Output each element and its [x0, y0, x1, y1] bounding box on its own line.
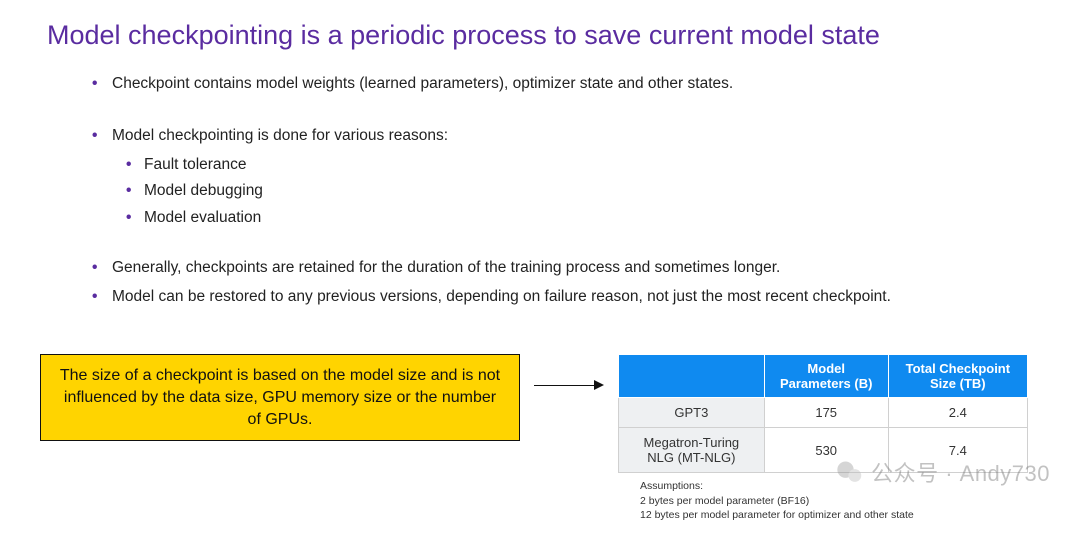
arrow-icon	[534, 380, 604, 390]
table-header-row: Model Parameters (B) Total Checkpoint Si…	[619, 355, 1028, 398]
sub-bullet-item: Model evaluation	[50, 207, 1030, 229]
spacer	[50, 101, 1030, 125]
bullet-item: Model can be restored to any previous ve…	[50, 286, 1030, 308]
bullet-list: Generally, checkpoints are retained for …	[50, 257, 1030, 308]
assumption-line: 12 bytes per model parameter for optimiz…	[640, 508, 1028, 522]
assumptions: Assumptions: 2 bytes per model parameter…	[618, 479, 1028, 522]
assumption-line: Assumptions:	[640, 479, 1028, 493]
lower-row: The size of a checkpoint is based on the…	[40, 354, 1060, 522]
table-block: Model Parameters (B) Total Checkpoint Si…	[618, 354, 1028, 522]
sub-bullet-item: Fault tolerance	[50, 154, 1030, 176]
spacer	[50, 233, 1030, 257]
table-row: GPT3 175 2.4	[619, 398, 1028, 428]
table-cell: 530	[764, 428, 888, 473]
table-cell: 7.4	[888, 428, 1027, 473]
bullet-item: Checkpoint contains model weights (learn…	[50, 73, 1030, 95]
assumption-line: 2 bytes per model parameter (BF16)	[640, 494, 1028, 508]
slide-title: Model checkpointing is a periodic proces…	[47, 20, 1030, 51]
bullet-list: Checkpoint contains model weights (learn…	[50, 73, 1030, 95]
sub-bullet-item: Model debugging	[50, 180, 1030, 202]
table-cell: 2.4	[888, 398, 1027, 428]
table-cell: Megatron-Turing NLG (MT-NLG)	[619, 428, 765, 473]
sub-bullet-list: Fault tolerance Model debugging Model ev…	[50, 154, 1030, 229]
callout-box: The size of a checkpoint is based on the…	[40, 354, 520, 441]
table-header-cell: Model Parameters (B)	[764, 355, 888, 398]
slide: Model checkpointing is a periodic proces…	[0, 0, 1080, 536]
bullet-list: Model checkpointing is done for various …	[50, 125, 1030, 147]
table-cell: GPT3	[619, 398, 765, 428]
bullet-item: Generally, checkpoints are retained for …	[50, 257, 1030, 279]
checkpoint-table: Model Parameters (B) Total Checkpoint Si…	[618, 354, 1028, 473]
table-row: Megatron-Turing NLG (MT-NLG) 530 7.4	[619, 428, 1028, 473]
table-header-cell: Total Checkpoint Size (TB)	[888, 355, 1027, 398]
arrow-line	[534, 385, 594, 387]
arrow-head	[594, 380, 604, 390]
table-cell: 175	[764, 398, 888, 428]
bullet-item: Model checkpointing is done for various …	[50, 125, 1030, 147]
table-header-cell	[619, 355, 765, 398]
